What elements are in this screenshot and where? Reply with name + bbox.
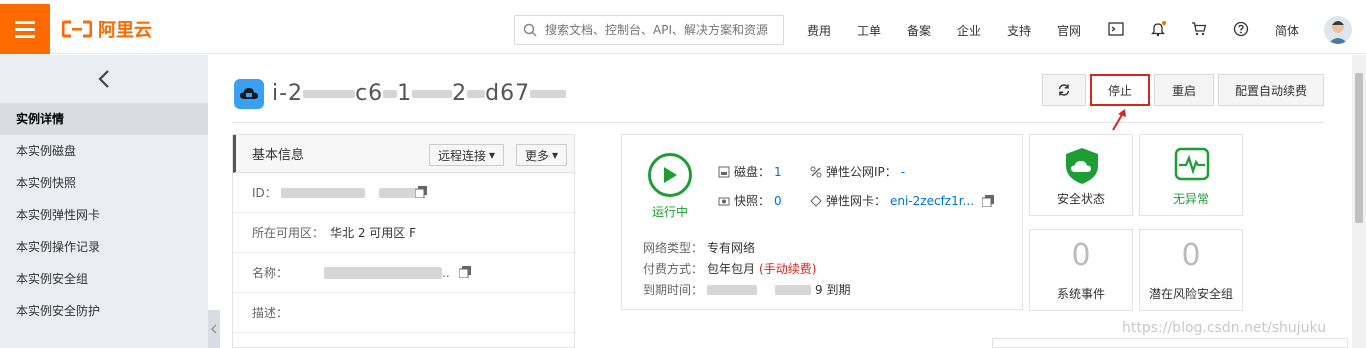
watermark: https://blog.csdn.net/shujuku [1122, 320, 1327, 336]
cloud-shell-icon[interactable] [1106, 19, 1126, 39]
info-row-name: 名称： .. [233, 253, 574, 293]
search-input[interactable] [545, 23, 775, 37]
aliyun-logo-icon [62, 20, 92, 38]
sidebar-item-eni[interactable]: 本实例弹性网卡 [0, 199, 208, 231]
basic-info-panel: 基本信息 远程连接 ▾ 更多 ▾ ID： 所在可用区： 华北 2 可用区 F 名称：… [232, 134, 575, 348]
security-status-label: 安全状态 [1056, 192, 1105, 206]
info-row-zone: 所在可用区： 华北 2 可用区 F [233, 213, 574, 253]
nav-tickets[interactable]: 工单 [857, 22, 881, 39]
nav-filing[interactable]: 备案 [907, 22, 931, 39]
search-icon [523, 23, 537, 37]
disk-count[interactable]: 磁盘： 1 [718, 163, 782, 180]
main-content: i-2 c6 1 2 d67 停止 重启 配置自动续费 基本信息 远程连接 ▾ 更多 ▾ I… [220, 55, 1350, 348]
eni-info: 弹性网卡： eni-2zecfz1r... [810, 192, 995, 209]
user-avatar[interactable] [1324, 16, 1352, 44]
more-dropdown[interactable]: 更多 ▾ [516, 144, 568, 166]
menu-hamburger-button[interactable] [0, 4, 50, 54]
sidebar-item-operation-log[interactable]: 本实例操作记录 [0, 231, 208, 263]
sidebar: 实例详情 本实例磁盘 本实例快照 本实例弹性网卡 本实例操作记录 本实例安全组 … [0, 55, 208, 348]
top-bar: 阿里云 费用 工单 备案 企业 支持 官网 简体 [0, 4, 1366, 54]
chevron-left-icon [98, 70, 109, 88]
snapshot-count[interactable]: 快照： 0 [718, 192, 782, 209]
caret-down-icon: ▾ [489, 148, 496, 162]
header-divider [232, 122, 1324, 123]
sidebar-collapse-toggle[interactable] [208, 310, 220, 348]
chevron-left-icon [211, 324, 217, 334]
cart-icon[interactable] [1189, 19, 1209, 39]
nav-official-site[interactable]: 官网 [1057, 22, 1081, 39]
sidebar-item-security-groups[interactable]: 本实例安全组 [0, 263, 208, 295]
sidebar-item-security-protection[interactable]: 本实例安全防护 [0, 295, 208, 327]
nav-support[interactable]: 支持 [1007, 22, 1031, 39]
instance-status-panel: 运行中 磁盘： 1 快照： 0 弹性公网IP： - 弹性网卡： eni-2zecfz1r… [621, 134, 1023, 310]
nav-fees[interactable]: 费用 [807, 22, 831, 39]
network-type: 网络类型： 专有网络 [643, 241, 756, 255]
copy-icon[interactable] [982, 194, 995, 207]
language-switch[interactable]: 简体 [1275, 22, 1299, 39]
stop-button[interactable]: 停止 [1090, 74, 1150, 106]
aliyun-logo[interactable]: 阿里云 [62, 18, 152, 41]
anomaly-tile[interactable]: 无异常 [1139, 134, 1243, 216]
system-events-tile[interactable]: 0 系统事件 [1029, 229, 1133, 311]
eip-info: 弹性公网IP： - [810, 163, 905, 180]
ecs-instance-icon [234, 79, 264, 109]
system-events-count: 0 [1071, 238, 1091, 273]
copy-icon[interactable] [415, 186, 427, 198]
heartbeat-monitor-icon [1174, 147, 1210, 181]
sidebar-back-button[interactable] [0, 55, 208, 103]
caret-down-icon: ▾ [552, 148, 559, 162]
brand-name: 阿里云 [98, 20, 152, 41]
restart-button[interactable]: 重启 [1154, 74, 1214, 106]
disk-icon [718, 166, 730, 177]
sidebar-item-disks[interactable]: 本实例磁盘 [0, 135, 208, 167]
system-events-label: 系统事件 [1056, 287, 1105, 301]
sidebar-item-snapshots[interactable]: 本实例快照 [0, 167, 208, 199]
instance-id-title: i-2 c6 1 2 d67 [272, 81, 567, 106]
snapshot-icon [718, 197, 730, 205]
nav-enterprise[interactable]: 企业 [957, 22, 981, 39]
sidebar-item-instance-details[interactable]: 实例详情 [0, 103, 208, 135]
risky-groups-label: 潜在风险安全组 [1148, 287, 1233, 301]
link-icon [810, 166, 822, 177]
basic-info-header: 基本信息 远程连接 ▾ 更多 ▾ [233, 135, 574, 173]
help-icon[interactable] [1231, 19, 1251, 39]
refresh-icon [1058, 84, 1070, 96]
zone-value: 华北 2 可用区 F [330, 226, 416, 240]
network-card-icon [810, 194, 822, 207]
auto-renew-button[interactable]: 配置自动续费 [1218, 74, 1324, 106]
risky-groups-count: 0 [1181, 238, 1201, 273]
info-row-id: ID： [233, 173, 574, 213]
refresh-button[interactable] [1042, 74, 1086, 106]
risky-security-groups-tile[interactable]: 0 潜在风险安全组 [1139, 229, 1243, 311]
global-search[interactable] [514, 15, 784, 45]
scrollbar-thumb[interactable] [1355, 73, 1363, 223]
running-play-icon [648, 153, 692, 197]
expiry-time: 到期时间： 9 到期 [643, 283, 851, 297]
eni-link[interactable]: eni-2zecfz1r... [890, 194, 974, 208]
bottom-panel-edge [992, 338, 1348, 348]
running-status: 运行中 [651, 205, 688, 219]
security-status-tile[interactable]: 安全状态 [1029, 134, 1133, 216]
page-scrollbar[interactable] [1352, 55, 1366, 348]
annotation-arrow [1112, 109, 1126, 131]
no-anomaly-label: 无异常 [1172, 192, 1209, 206]
remote-connect-dropdown[interactable]: 远程连接 ▾ [429, 144, 505, 166]
bell-icon[interactable] [1148, 19, 1168, 39]
payment-type: 付费方式： 包年包月 (手动续费) [643, 262, 817, 276]
instance-actions: 停止 重启 配置自动续费 [1042, 74, 1324, 106]
info-row-description: 描述： [233, 293, 574, 333]
shield-cloud-icon [1066, 148, 1098, 184]
copy-icon[interactable] [459, 266, 471, 278]
basic-info-title: 基本信息 [252, 148, 305, 163]
